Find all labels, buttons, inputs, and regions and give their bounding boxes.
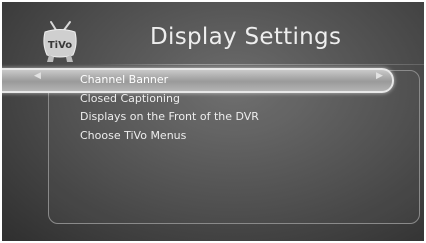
selection-highlight [2, 68, 394, 93]
page-title: Display Settings [150, 24, 342, 50]
tivo-logo-icon: TiVo [40, 20, 80, 68]
logo-text: TiVo [48, 40, 72, 51]
menu-item-front-displays[interactable]: Displays on the Front of the DVR [80, 110, 259, 123]
menu-item-channel-banner[interactable]: Channel Banner [80, 73, 168, 86]
title-divider [94, 64, 424, 65]
left-arrow-icon[interactable]: ◀ [34, 71, 41, 81]
menu-item-choose-tivo-menus[interactable]: Choose TiVo Menus [80, 129, 186, 142]
menu-item-closed-captioning[interactable]: Closed Captioning [80, 92, 180, 105]
tv-screen: TiVo Display Settings ◀ ▶ Channel Banner… [2, 2, 424, 241]
right-arrow-icon[interactable]: ▶ [376, 71, 383, 81]
